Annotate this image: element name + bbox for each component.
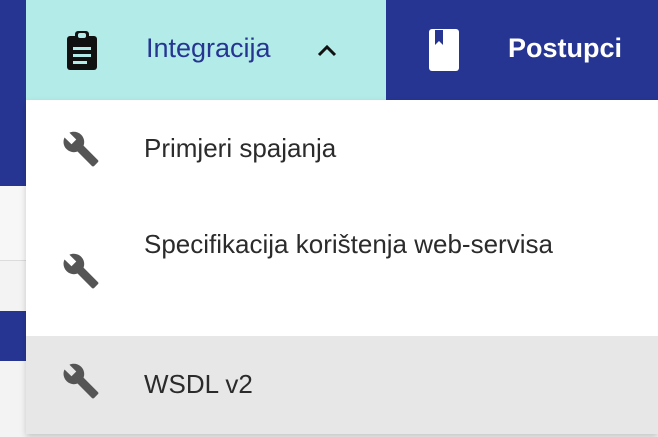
menu-item-label: Specifikacija korištenja web-servisa	[144, 229, 553, 259]
nav-postupci-label: Postupci	[508, 33, 623, 63]
wrench-icon	[63, 131, 99, 167]
menu-item-label: WSDL v2	[144, 369, 253, 399]
nav-postupci[interactable]: Postupci	[386, 0, 658, 100]
nav-integracija-label: Integracija	[146, 33, 271, 63]
menu-item-wsdl-v2[interactable]: WSDL v2	[26, 336, 658, 434]
clipboard-icon	[67, 31, 97, 70]
menu-item-specifikacija[interactable]: Specifikacija korištenja web-servisa	[26, 204, 658, 336]
menu-item-label: Primjeri spajanja	[144, 133, 337, 163]
nav-integracija[interactable]: Integracija	[26, 0, 386, 100]
wrench-icon	[63, 253, 99, 289]
bookmark-icon	[429, 29, 459, 71]
menu-item-primjeri-spajanja[interactable]: Primjeri spajanja	[26, 100, 658, 204]
chevron-up-icon	[317, 44, 337, 57]
integracija-dropdown: Primjeri spajanja Specifikacija korišten…	[26, 100, 658, 434]
wrench-icon	[63, 363, 99, 399]
